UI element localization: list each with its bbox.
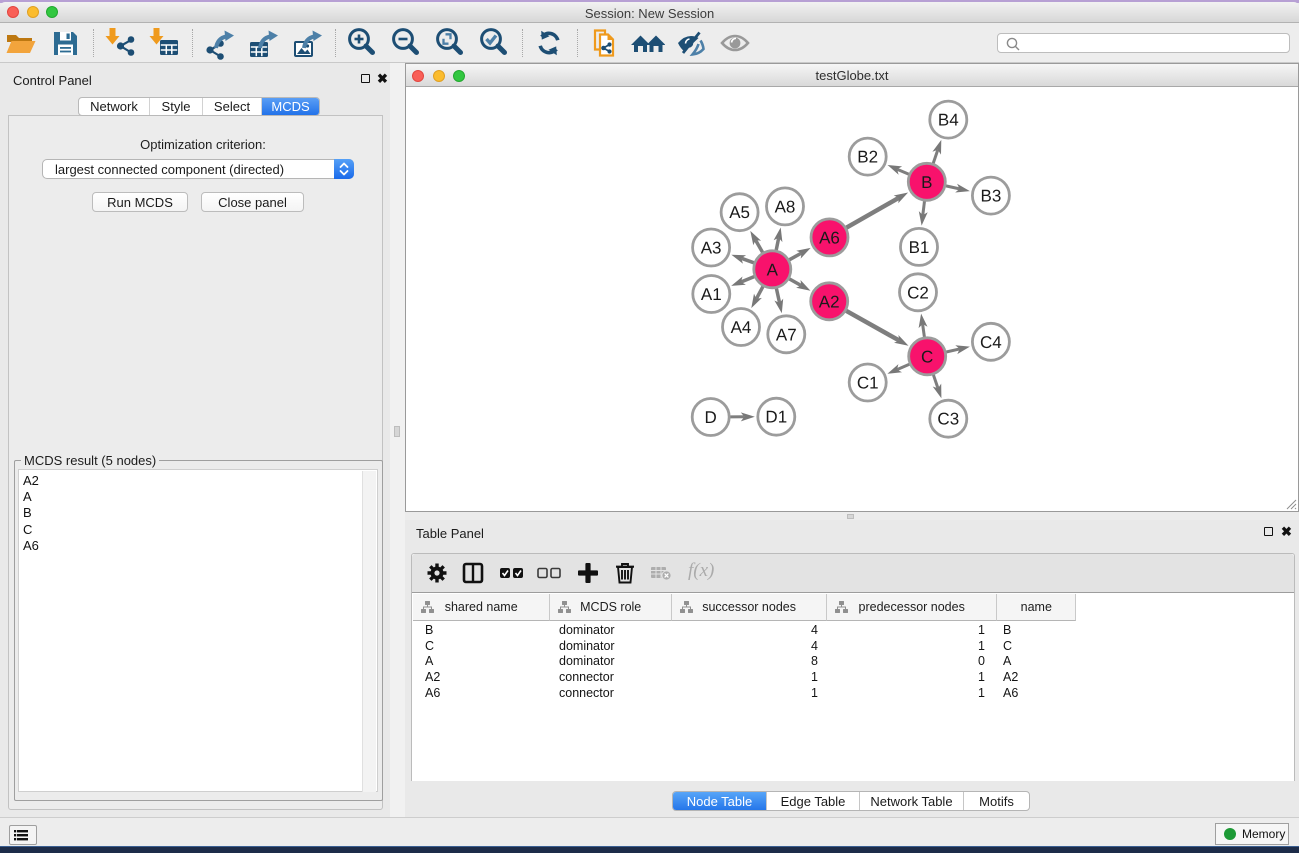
svg-text:A: A: [767, 260, 779, 279]
svg-text:C4: C4: [980, 333, 1002, 352]
svg-text:A1: A1: [701, 285, 722, 304]
svg-text:A8: A8: [775, 197, 796, 216]
svg-text:A2: A2: [819, 292, 840, 311]
svg-text:D1: D1: [765, 408, 787, 427]
svg-text:A3: A3: [701, 239, 722, 258]
svg-text:B2: B2: [857, 148, 878, 167]
svg-text:B: B: [921, 173, 932, 192]
svg-text:C: C: [921, 347, 933, 366]
svg-text:A7: A7: [776, 325, 797, 344]
svg-text:D: D: [705, 408, 717, 427]
svg-text:C3: C3: [937, 410, 959, 429]
svg-text:C1: C1: [857, 374, 879, 393]
svg-text:B3: B3: [981, 187, 1002, 206]
svg-text:A6: A6: [819, 228, 840, 247]
svg-text:B1: B1: [909, 238, 930, 257]
svg-text:A5: A5: [729, 203, 750, 222]
svg-text:B4: B4: [938, 111, 959, 130]
svg-text:A4: A4: [731, 318, 752, 337]
svg-text:C2: C2: [907, 283, 929, 302]
